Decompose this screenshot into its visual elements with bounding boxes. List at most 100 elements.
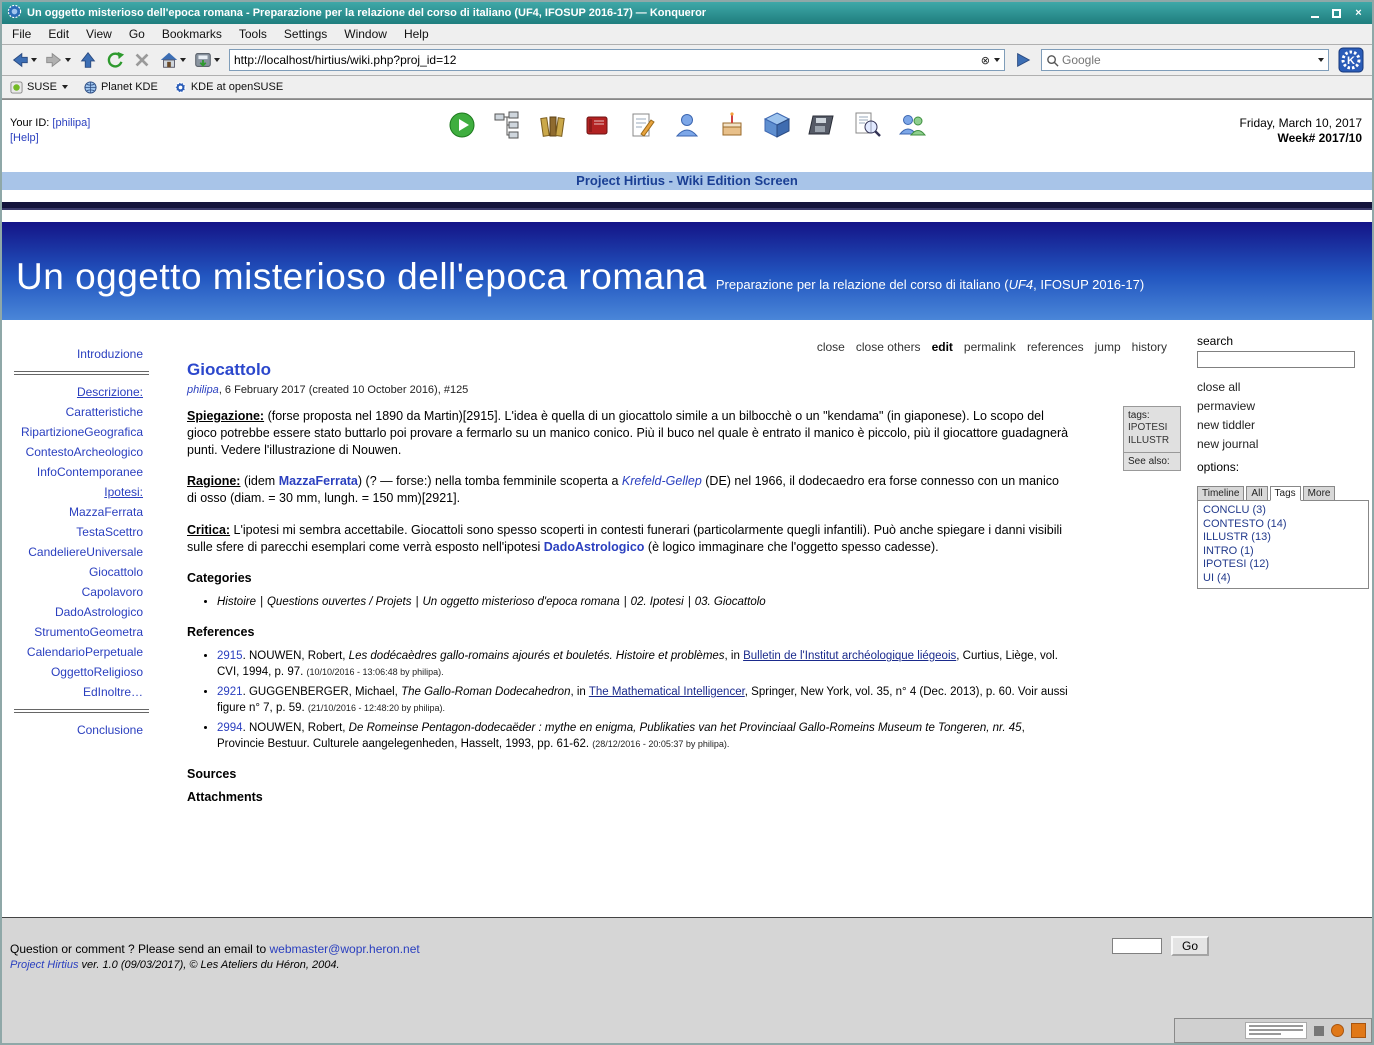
home-dropdown-caret[interactable] [180,58,186,62]
bookmark-suse[interactable]: SUSE [10,81,68,94]
edit-command[interactable]: edit [932,340,953,354]
forward-dropdown-caret[interactable] [65,58,71,62]
footer-go-button[interactable]: Go [1171,936,1209,956]
tab-all[interactable]: All [1246,486,1267,501]
bookmark-kde-opensuse[interactable]: KDE at openSUSE [174,81,283,94]
nav-capolavoro[interactable]: Capolavoro [2,582,157,602]
close-button[interactable]: × [1350,5,1367,21]
help-link[interactable]: [Help] [10,132,39,144]
menu-file[interactable]: File [12,27,31,41]
birthday-cake-icon[interactable] [716,109,748,141]
krefeld-gellep-link[interactable]: Krefeld-Gellep [622,474,702,488]
menu-view[interactable]: View [86,27,112,41]
nav-strumento-geometra[interactable]: StrumentoGeometra [2,622,157,642]
minimize-button[interactable] [1306,5,1323,21]
new-tiddler-link[interactable]: new tiddler [1197,416,1368,435]
package-icon[interactable] [761,109,793,141]
close-command[interactable]: close [817,340,845,354]
nav-contesto-archeologico[interactable]: ContestoArcheologico [2,442,157,462]
nav-dado-astrologico[interactable]: DadoAstrologico [2,602,157,622]
tab-tags[interactable]: Tags [1270,486,1301,501]
nav-mazza-ferrata[interactable]: MazzaFerrata [2,502,157,522]
nav-info-contemporanee[interactable]: InfoContemporanee [2,462,157,482]
stop-button[interactable] [130,47,154,73]
menu-edit[interactable]: Edit [48,27,69,41]
category-link[interactable]: Questions ouvertes / Projets [267,596,411,608]
tab-timeline[interactable]: Timeline [1197,486,1244,501]
references-command[interactable]: references [1027,340,1084,354]
tag-ipotesi[interactable]: IPOTESI [1128,421,1176,434]
close-others-command[interactable]: close others [856,340,921,354]
project-hirtius-link[interactable]: Project Hirtius [10,959,78,971]
permaview-link[interactable]: permaview [1197,397,1368,416]
user-id-link[interactable]: [philipa] [52,117,90,129]
category-link[interactable]: 03. Giocattolo [695,596,766,608]
tray-icon[interactable] [1314,1026,1324,1036]
tag-ipotesi[interactable]: IPOTESI (12) [1198,558,1368,572]
kde-logo-icon[interactable]: K [1336,47,1366,73]
footer-input[interactable] [1112,938,1162,954]
author-link[interactable]: philipa [187,384,219,396]
nav-giocattolo[interactable]: Giocattolo [2,562,157,582]
search-engine-caret[interactable] [1318,58,1324,62]
category-link[interactable]: 02. Ipotesi [631,596,684,608]
tab-more[interactable]: More [1303,486,1336,501]
nav-ipotesi[interactable]: Ipotesi: [2,482,157,502]
new-journal-link[interactable]: new journal [1197,435,1368,454]
tag-ui[interactable]: UI (4) [1198,572,1368,586]
edit-note-icon[interactable] [626,109,658,141]
reload-button[interactable] [103,47,127,73]
nav-caratteristiche[interactable]: Caratteristiche [2,402,157,422]
go-button[interactable] [1012,47,1034,73]
orange-square-icon[interactable] [1351,1023,1366,1038]
menu-settings[interactable]: Settings [284,27,327,41]
reference-number-link[interactable]: 2921 [217,686,243,698]
close-all-link[interactable]: close all [1197,378,1368,397]
up-button[interactable] [76,47,100,73]
mazzaferrata-link[interactable]: MazzaFerrata [279,474,358,488]
forward-button[interactable] [42,47,73,73]
web-search-input[interactable] [1062,53,1314,67]
bookmark-planet-kde[interactable]: Planet KDE [84,81,158,94]
dadoastrologico-link[interactable]: DadoAstrologico [544,540,645,554]
back-dropdown-caret[interactable] [31,58,37,62]
user-icon[interactable] [671,109,703,141]
save-dropdown-caret[interactable] [214,58,220,62]
nav-introduzione[interactable]: Introduzione [2,344,157,364]
tag-illustr[interactable]: ILLUSTR (13) [1198,531,1368,545]
nav-conclusione[interactable]: Conclusione [2,720,157,740]
nav-calendario-perpetuale[interactable]: CalendarioPerpetuale [2,642,157,662]
users-icon[interactable] [896,109,928,141]
tag-contesto[interactable]: CONTESTO (14) [1198,518,1368,532]
menu-help[interactable]: Help [404,27,429,41]
red-book-icon[interactable] [581,109,613,141]
journal-link[interactable]: Bulletin de l'Institut archéologique lié… [743,650,956,662]
sidebar-search-input[interactable] [1197,351,1355,368]
tag-intro[interactable]: INTRO (1) [1198,545,1368,559]
menu-bookmarks[interactable]: Bookmarks [162,27,222,41]
home-button[interactable] [157,47,188,73]
tag-conclu[interactable]: CONCLU (3) [1198,504,1368,518]
category-link[interactable]: Histoire [217,596,256,608]
url-dropdown-caret[interactable] [994,58,1000,62]
orange-dot-icon[interactable] [1331,1024,1344,1037]
nav-testa-scettro[interactable]: TestaScettro [2,522,157,542]
play-icon[interactable] [446,109,478,141]
menu-tools[interactable]: Tools [239,27,267,41]
reference-number-link[interactable]: 2994 [217,722,243,734]
save-download-button[interactable] [191,47,222,73]
menu-go[interactable]: Go [129,27,145,41]
menu-window[interactable]: Window [344,27,387,41]
reference-number-link[interactable]: 2915 [217,650,243,662]
nav-descrizione[interactable]: Descrizione: [2,382,157,402]
tag-illustr[interactable]: ILLUSTR [1128,434,1176,447]
category-link[interactable]: Un oggetto misterioso d'epoca romana [422,596,619,608]
jump-command[interactable]: jump [1095,340,1121,354]
nav-ripartizione-geografica[interactable]: RipartizioneGeografica [2,422,157,442]
history-command[interactable]: history [1132,340,1167,354]
journal-link[interactable]: The Mathematical Intelligencer [589,686,745,698]
clear-url-icon[interactable]: ⊗ [978,54,993,67]
webmaster-email-link[interactable]: webmaster@wopr.heron.net [269,942,419,956]
nav-ed-inoltre[interactable]: EdInoltre… [2,682,157,702]
library-books-icon[interactable] [536,109,568,141]
